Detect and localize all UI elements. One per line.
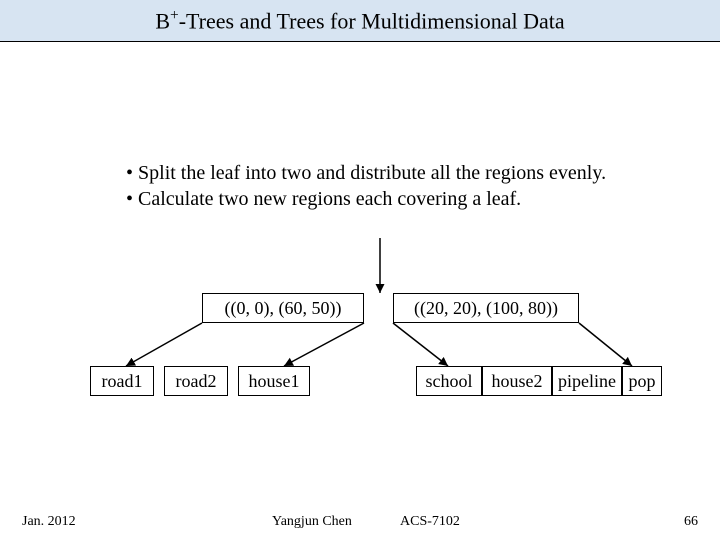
leaf-left-1: road2	[164, 366, 228, 396]
slide: B+-Trees and Trees for Multidimensional …	[0, 0, 720, 540]
title-pre: B	[155, 8, 170, 33]
leaf-right-2: pipeline	[552, 366, 622, 396]
title-post: -Trees and Trees for Multidimensional Da…	[179, 8, 565, 33]
leaf-right-3: pop	[622, 366, 662, 396]
title-sup: +	[170, 7, 179, 24]
leaf-right-1: house2	[482, 366, 552, 396]
page-title: B+-Trees and Trees for Multidimensional …	[155, 7, 564, 34]
footer-course: ACS-7102	[400, 514, 460, 530]
footer-page: 66	[684, 514, 698, 530]
bullet-list: Split the leaf into two and distribute a…	[86, 160, 686, 212]
footer-author: Yangjun Chen	[272, 514, 352, 530]
tree-arrows	[0, 0, 720, 540]
bullet-item: Split the leaf into two and distribute a…	[126, 160, 686, 186]
leaf-left-0: road1	[90, 366, 154, 396]
leaf-left-2: house1	[238, 366, 310, 396]
title-bar: B+-Trees and Trees for Multidimensional …	[0, 0, 720, 42]
leaf-right-0: school	[416, 366, 482, 396]
footer-date: Jan. 2012	[22, 514, 76, 530]
footer: Jan. 2012 Yangjun Chen ACS-7102 66	[0, 504, 720, 540]
internal-key-1: ((20, 20), (100, 80))	[393, 293, 579, 323]
bullet-item: Calculate two new regions each covering …	[126, 186, 686, 212]
internal-key-0: ((0, 0), (60, 50))	[202, 293, 364, 323]
